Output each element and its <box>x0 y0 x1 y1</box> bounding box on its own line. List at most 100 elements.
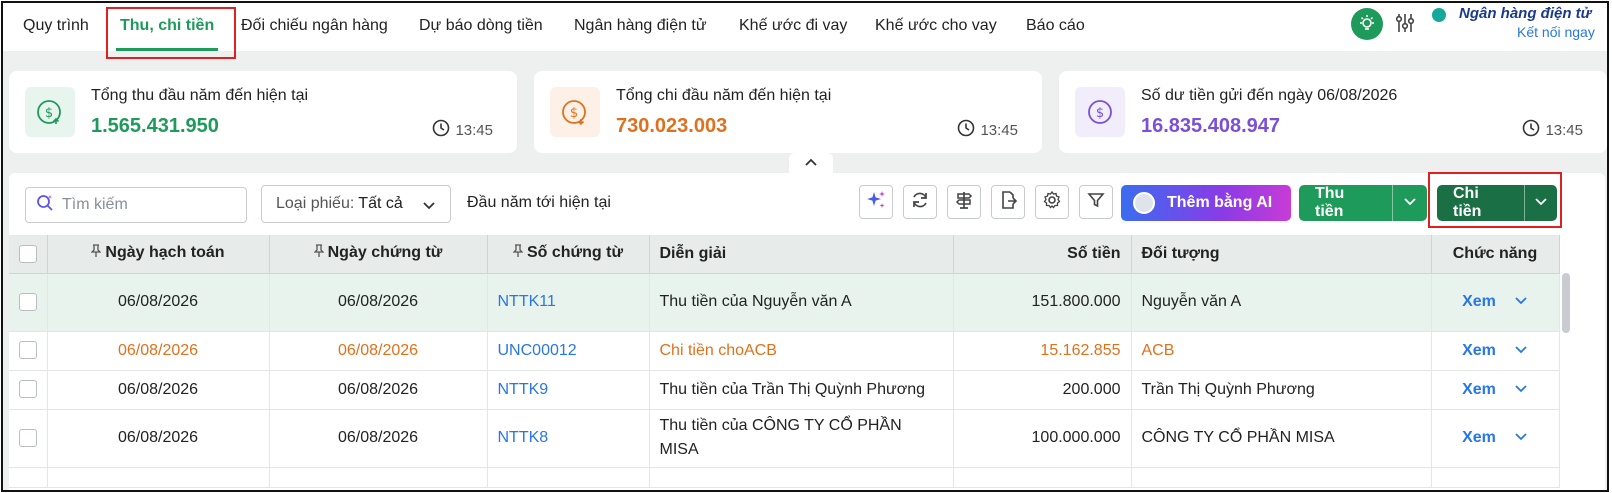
bank-title: Ngân hàng điện tử <box>1459 5 1592 22</box>
bulb-icon[interactable] <box>1351 8 1383 40</box>
scrollbar-thumb[interactable] <box>1562 273 1570 333</box>
voucher-type-value: Tất cả <box>358 195 403 212</box>
amount-cell: 100.000.000 <box>953 409 1132 468</box>
col-party[interactable]: Đối tượng <box>1131 235 1432 274</box>
time-text: 13:45 <box>1545 121 1583 139</box>
table-row[interactable]: 06/08/2026 06/08/2026 NTTK11 Thu tiền củ… <box>9 273 1560 332</box>
pin-icon[interactable] <box>313 244 325 263</box>
export-icon <box>998 190 1018 215</box>
tab-doi-chieu-ngan-hang[interactable]: Đối chiếu ngân hàng <box>241 3 388 51</box>
pay-money-dropdown[interactable] <box>1523 185 1558 221</box>
actions-cell: Xem <box>1431 409 1560 468</box>
posting-date-cell: 06/08/2026 <box>47 273 270 332</box>
table-row[interactable]: 06/08/2026 06/08/2026 NTTK9 Thu tiền của… <box>9 370 1560 410</box>
tab-bao-cao[interactable]: Báo cáo <box>1026 3 1085 51</box>
sliders-icon[interactable] <box>1393 11 1417 35</box>
ai-sparkle-button[interactable] <box>859 185 893 219</box>
card-time: 13:45 <box>1522 119 1583 141</box>
amount-cell: 151.800.000 <box>953 273 1132 332</box>
posting-date-cell: 06/08/2026 <box>47 331 270 371</box>
card-label: Tổng chi đầu năm đến hiện tại <box>616 87 832 104</box>
time-text: 13:45 <box>980 121 1018 139</box>
col-description[interactable]: Diễn giải <box>649 235 954 274</box>
chevron-down-icon[interactable] <box>1514 429 1528 447</box>
card-deposit-balance: $ Số dư tiền gửi đến ngày 06/08/2026 16.… <box>1059 71 1607 153</box>
search-box[interactable] <box>25 187 247 223</box>
tab-khe-uoc-di-vay[interactable]: Khế ước đi vay <box>739 3 847 51</box>
tab-thu-chi-tien[interactable]: Thu, chi tiền <box>115 3 219 51</box>
gear-icon <box>1042 190 1062 215</box>
pay-money-button-group: Chi tiền <box>1437 185 1557 221</box>
signpost-button[interactable] <box>947 185 981 219</box>
col-amount[interactable]: Số tiền <box>953 235 1132 274</box>
collapse-summary-button[interactable] <box>789 153 833 173</box>
row-checkbox[interactable] <box>9 273 48 332</box>
receive-money-dropdown[interactable] <box>1391 185 1427 221</box>
doc-no-link[interactable]: NTTK8 <box>487 409 650 468</box>
connect-now-link[interactable]: Kết nối ngay <box>1517 24 1595 40</box>
doc-no-link[interactable]: UNC00012 <box>487 331 650 371</box>
posting-date-cell: 06/08/2026 <box>47 409 270 468</box>
party-cell: CÔNG TY CỔ PHẦN MISA <box>1131 409 1432 468</box>
table-scrollbar[interactable] <box>1561 273 1571 473</box>
search-icon <box>36 194 54 217</box>
row-checkbox[interactable] <box>9 409 48 468</box>
tab-quy-trinh[interactable]: Quy trình <box>23 3 89 51</box>
refresh-icon <box>910 190 930 215</box>
card-label: Tổng thu đầu năm đến hiện tại <box>91 87 309 104</box>
clock-icon <box>957 119 975 141</box>
ai-avatar-icon <box>1133 192 1155 214</box>
chevron-down-icon[interactable] <box>1514 381 1528 399</box>
pin-icon[interactable] <box>512 244 524 263</box>
settings-button[interactable] <box>1035 185 1069 219</box>
period-text[interactable]: Đầu năm tới hiện tại <box>467 194 611 212</box>
chevron-down-icon[interactable] <box>1514 293 1528 311</box>
refresh-button[interactable] <box>903 185 937 219</box>
svg-text:$: $ <box>1096 106 1104 121</box>
col-posting-date[interactable]: Ngày hạch toán <box>47 235 270 274</box>
view-link[interactable]: Xem <box>1462 429 1496 447</box>
tab-ngan-hang-dien-tu[interactable]: Ngân hàng điện tử <box>574 3 707 51</box>
view-link[interactable]: Xem <box>1462 293 1496 311</box>
pay-money-button[interactable]: Chi tiền <box>1437 185 1524 221</box>
export-button[interactable] <box>991 185 1025 219</box>
table-row[interactable]: 06/08/2026 06/08/2026 UNC00012 Chi tiền … <box>9 331 1560 371</box>
row-checkbox[interactable] <box>9 370 48 410</box>
tab-khe-uoc-cho-vay[interactable]: Khế ước cho vay <box>875 3 997 51</box>
description-cell: Thu tiền của CÔNG TY CỔ PHẦN MISA <box>649 409 954 468</box>
search-input[interactable] <box>62 196 222 214</box>
chevron-down-icon <box>1403 194 1417 212</box>
filter-button[interactable] <box>1079 185 1113 219</box>
doc-date-cell: 06/08/2026 <box>269 409 488 468</box>
description-cell: Thu tiền của Trần Thị Quỳnh Phương <box>649 370 954 410</box>
chevron-down-icon[interactable] <box>1514 342 1528 360</box>
view-link[interactable]: Xem <box>1462 342 1496 360</box>
sparkle-icon <box>865 189 887 216</box>
filter-icon <box>1086 190 1106 215</box>
doc-no-link[interactable]: NTTK11 <box>487 273 650 332</box>
select-all-checkbox[interactable] <box>9 235 48 274</box>
top-nav: Quy trình Thu, chi tiền Đối chiếu ngân h… <box>3 3 1607 51</box>
view-link[interactable]: Xem <box>1462 381 1496 399</box>
card-total-income: $ Tổng thu đầu năm đến hiện tại 1.565.43… <box>9 71 517 153</box>
tab-du-bao-dong-tien[interactable]: Dự báo dòng tiền <box>419 3 543 51</box>
clock-icon <box>1522 119 1540 141</box>
card-label: Số dư tiền gửi đến ngày 06/08/2026 <box>1141 87 1398 104</box>
table-row[interactable]: 06/08/2026 06/08/2026 NTTK8 Thu tiền của… <box>9 409 1560 468</box>
row-checkbox[interactable] <box>9 331 48 371</box>
receive-money-button[interactable]: Thu tiền <box>1299 185 1392 221</box>
card-time: 13:45 <box>432 119 493 141</box>
pin-icon[interactable] <box>90 244 102 263</box>
table-row[interactable] <box>9 467 1560 488</box>
voucher-type-select[interactable]: Loại phiếu: Tất cả <box>261 185 451 223</box>
voucher-table: Ngày hạch toán Ngày chứng từ Số chứng từ… <box>9 235 1560 488</box>
description-cell: Chi tiền choACB <box>649 331 954 371</box>
doc-date-cell: 06/08/2026 <box>269 370 488 410</box>
party-cell: Nguyễn văn A <box>1131 273 1432 332</box>
col-doc-no[interactable]: Số chứng từ <box>487 235 650 274</box>
add-with-ai-button[interactable]: Thêm bằng AI <box>1121 185 1291 221</box>
doc-no-link[interactable]: NTTK9 <box>487 370 650 410</box>
col-doc-date[interactable]: Ngày chứng từ <box>269 235 488 274</box>
actions-cell: Xem <box>1431 331 1560 371</box>
actions-cell: Xem <box>1431 370 1560 410</box>
